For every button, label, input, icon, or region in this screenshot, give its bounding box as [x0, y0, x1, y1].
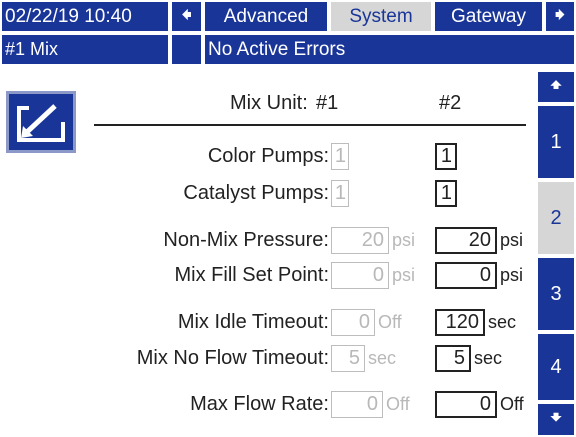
row-label-mix-no-flow-timeout: Mix No Flow Timeout: — [136, 347, 329, 369]
field-mix-no-flow-timeout-1: 5 — [331, 345, 365, 372]
page-button-2[interactable]: 2 — [536, 180, 576, 256]
status-text: No Active Errors — [203, 33, 576, 66]
arrow-down-icon: 🠻 — [549, 404, 563, 430]
field-catalyst-pumps-2[interactable]: 1 — [435, 180, 457, 207]
edit-button[interactable] — [6, 91, 76, 153]
scroll-up-button[interactable]: 🠹 — [536, 70, 576, 104]
tab-gateway[interactable]: Gateway — [433, 0, 544, 33]
mix-unit-label: Mix Unit: — [230, 92, 308, 114]
unit-max-flow-rate-1: Off — [386, 394, 410, 414]
scroll-down-button[interactable]: 🠻 — [536, 402, 576, 437]
page-button-1[interactable]: 1 — [536, 104, 576, 180]
edit-icon — [17, 98, 69, 142]
arrow-right-icon: 🠺 — [554, 1, 566, 27]
arrow-up-icon: 🠹 — [549, 72, 563, 97]
field-catalyst-pumps-1: 1 — [331, 180, 349, 207]
unit-non-mix-pressure-1: psi — [392, 230, 416, 250]
arrow-left-icon: 🠸 — [180, 1, 193, 27]
unit-mix-no-flow-timeout-2: sec — [474, 348, 503, 368]
field-color-pumps-1: 1 — [331, 143, 349, 170]
unit-mix-no-flow-timeout-1: sec — [368, 348, 397, 368]
field-mix-no-flow-timeout-2[interactable]: 5 — [435, 345, 471, 372]
row-label-mix-fill-set-point: Mix Fill Set Point: — [174, 264, 329, 286]
row-label-max-flow-rate: Max Flow Rate: — [190, 393, 329, 415]
unit-non-mix-pressure-2: psi — [500, 230, 524, 250]
field-max-flow-rate-2[interactable]: 0 — [435, 391, 497, 418]
tab-system[interactable]: System — [329, 0, 433, 33]
field-mix-fill-set-point-2[interactable]: 0 — [435, 262, 497, 289]
field-color-pumps-2[interactable]: 1 — [435, 143, 457, 170]
row-label-mix-idle-timeout: Mix Idle Timeout: — [177, 311, 329, 333]
datetime: 02/22/19 10:40 — [0, 0, 170, 33]
page-button-4[interactable]: 4 — [536, 332, 576, 402]
field-mix-idle-timeout-2[interactable]: 120 — [435, 309, 485, 336]
field-mix-idle-timeout-1: 0 — [331, 309, 375, 336]
unit-mix-idle-timeout-2: sec — [488, 312, 517, 332]
unit-mix-idle-timeout-1: Off — [378, 312, 402, 332]
unit-mix-fill-set-point-1: psi — [392, 265, 416, 285]
tab-advanced[interactable]: Advanced — [203, 0, 329, 33]
nav-right-button[interactable]: 🠺 — [544, 0, 576, 33]
row-label-catalyst-pumps: Catalyst Pumps: — [183, 182, 329, 204]
row-label-color-pumps: Color Pumps: — [207, 145, 329, 167]
page-button-3[interactable]: 3 — [536, 256, 576, 332]
nav-left-button[interactable]: 🠸 — [170, 0, 203, 33]
unit-mix-fill-set-point-2: psi — [500, 265, 524, 285]
field-max-flow-rate-1: 0 — [331, 391, 383, 418]
divider — [94, 124, 526, 126]
row-label-non-mix-pressure: Non-Mix Pressure: — [163, 229, 329, 251]
mix-name: #1 Mix — [0, 33, 170, 66]
field-non-mix-pressure-2[interactable]: 20 — [435, 227, 497, 254]
field-non-mix-pressure-1: 20 — [331, 227, 389, 254]
column-2-header: #2 — [439, 92, 462, 114]
column-1-header: #1 — [316, 92, 339, 114]
field-mix-fill-set-point-1: 0 — [331, 262, 389, 289]
header-spacer — [170, 33, 203, 66]
unit-max-flow-rate-2: Off — [500, 394, 524, 414]
